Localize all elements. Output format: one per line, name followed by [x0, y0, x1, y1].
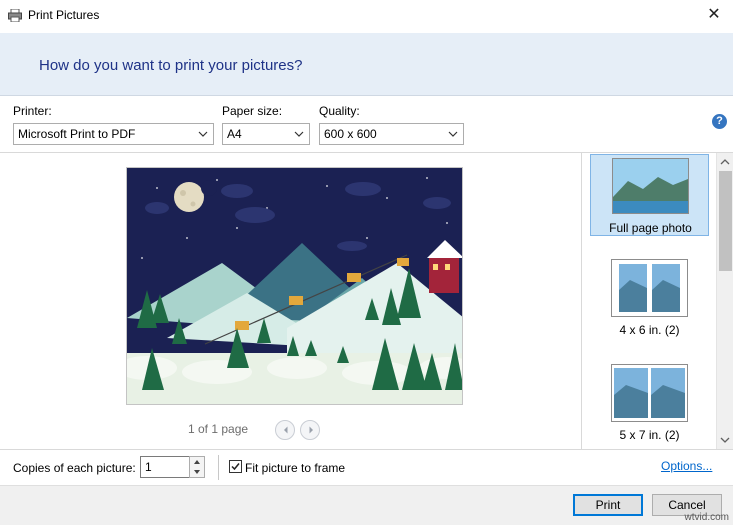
dialog-header: How do you want to print your pictures? — [0, 33, 733, 96]
printer-icon — [8, 9, 22, 22]
layout-label: Full page photo — [609, 221, 692, 235]
checkmark-icon — [231, 463, 240, 471]
preview-picture — [126, 167, 463, 405]
options-link[interactable]: Options... — [661, 459, 712, 473]
separator — [218, 455, 219, 480]
chevron-down-icon — [448, 131, 458, 137]
quality-select-value: 600 x 600 — [324, 127, 377, 141]
paper-size-select[interactable]: A4 — [222, 123, 310, 145]
quality-label: Quality: — [319, 104, 360, 118]
window-title: Print Pictures — [28, 8, 100, 22]
close-icon[interactable]: ✕ — [705, 6, 723, 24]
options-bar: Copies of each picture: 1 Fit picture to… — [0, 449, 733, 485]
winter-night-illustration — [127, 168, 462, 404]
header-question: How do you want to print your pictures? — [39, 57, 303, 74]
chevron-down-icon — [198, 131, 208, 137]
chevron-down-icon[interactable] — [720, 435, 730, 445]
layout-label: 4 x 6 in. (2) — [619, 323, 680, 337]
copies-stepper[interactable] — [189, 456, 205, 478]
layout-scrollbar[interactable] — [716, 153, 733, 449]
chevron-down-icon — [294, 131, 304, 137]
spin-up-icon[interactable] — [190, 457, 204, 467]
layout-label: 5 x 7 in. (2) — [619, 428, 680, 442]
layout-list: Full page photo 4 x 6 in. (2) 5 x 7 in. … — [583, 153, 716, 449]
printer-label: Printer: — [13, 104, 52, 118]
watermark: wtvid.com — [684, 512, 729, 523]
printer-select[interactable]: Microsoft Print to PDF — [13, 123, 214, 145]
title-bar: Print Pictures ✕ — [0, 0, 733, 32]
fit-label[interactable]: Fit picture to frame — [245, 461, 345, 475]
next-page-button[interactable] — [300, 420, 320, 440]
page-counter: 1 of 1 page — [188, 422, 249, 436]
fit-checkbox[interactable] — [229, 460, 242, 473]
layout-thumbnail — [611, 259, 688, 317]
layout-item-5x7[interactable]: 5 x 7 in. (2) — [590, 364, 709, 444]
copies-input[interactable]: 1 — [140, 456, 190, 478]
copies-label: Copies of each picture: — [13, 461, 136, 475]
layout-item-4x6[interactable]: 4 x 6 in. (2) — [590, 259, 709, 339]
chevron-right-icon — [309, 426, 313, 434]
chevron-up-icon[interactable] — [720, 157, 730, 167]
dialog-footer: Print Cancel wtvid.com — [0, 485, 733, 525]
layout-item-full-page-photo[interactable]: Full page photo — [590, 154, 709, 236]
printer-select-value: Microsoft Print to PDF — [18, 127, 136, 141]
scroll-thumb[interactable] — [719, 171, 732, 271]
preview-pane: 1 of 1 page — [0, 153, 582, 449]
print-button[interactable]: Print — [573, 494, 643, 516]
chevron-left-icon — [284, 426, 288, 434]
layout-thumbnail — [611, 364, 688, 422]
previous-page-button[interactable] — [275, 420, 295, 440]
paper-size-select-value: A4 — [227, 127, 242, 141]
spin-down-icon[interactable] — [190, 467, 204, 477]
paper-size-label: Paper size: — [222, 104, 283, 118]
help-icon[interactable]: ? — [712, 114, 727, 129]
quality-select[interactable]: 600 x 600 — [319, 123, 464, 145]
layout-thumbnail — [612, 158, 689, 214]
